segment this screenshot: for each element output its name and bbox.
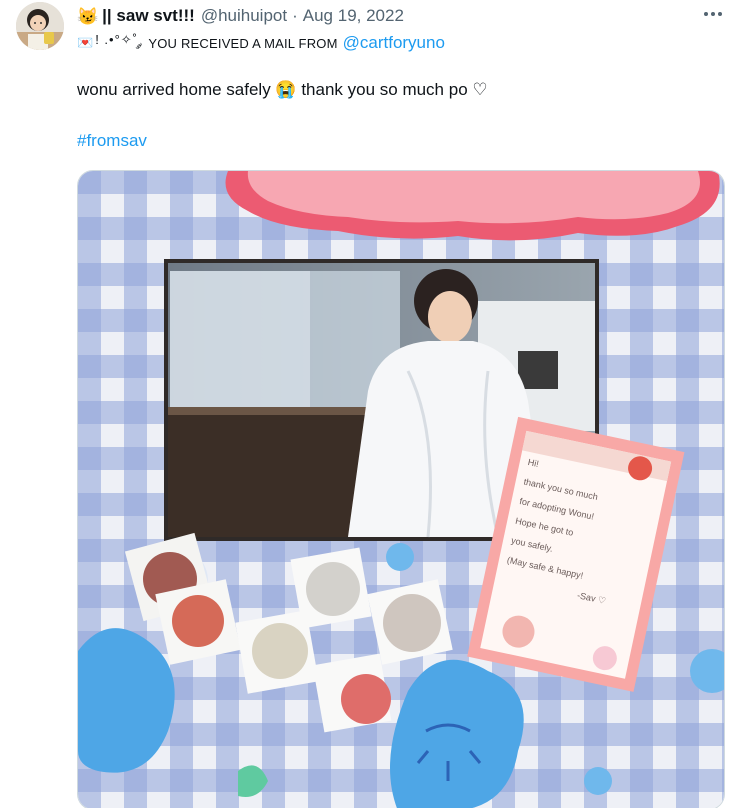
separator-dot: ·: [292, 6, 298, 25]
love-letter-icon: 💌: [77, 35, 94, 50]
tweet: 😼 || saw svt!!! @huihuipot · Aug 19, 202…: [0, 0, 745, 808]
mail-text: YOU RECEIVED A MAIL FROM: [148, 35, 338, 51]
user-handle[interactable]: @huihuipot: [201, 6, 287, 26]
cat-face-icon: 😼: [77, 6, 99, 26]
bio-line: 💌 ! .•°✧˚ ༘ YOU RECEIVED A MAIL FROM @ca…: [77, 32, 445, 53]
tweet-photo[interactable]: Hi! thank you so much for adopting Wonu!…: [77, 170, 725, 808]
avatar[interactable]: [16, 2, 64, 50]
tweet-date[interactable]: Aug 19, 2022: [303, 6, 404, 26]
display-name[interactable]: || saw svt!!!: [102, 6, 195, 26]
decoration-text: ! .•°✧˚ ༘: [95, 31, 143, 47]
mention-link[interactable]: @cartforyuno: [343, 33, 445, 53]
hashtag-link[interactable]: #fromsav: [77, 131, 147, 151]
more-options-icon[interactable]: [700, 4, 726, 24]
tweet-text: wonu arrived home safely 😭 thank you so …: [77, 80, 488, 99]
